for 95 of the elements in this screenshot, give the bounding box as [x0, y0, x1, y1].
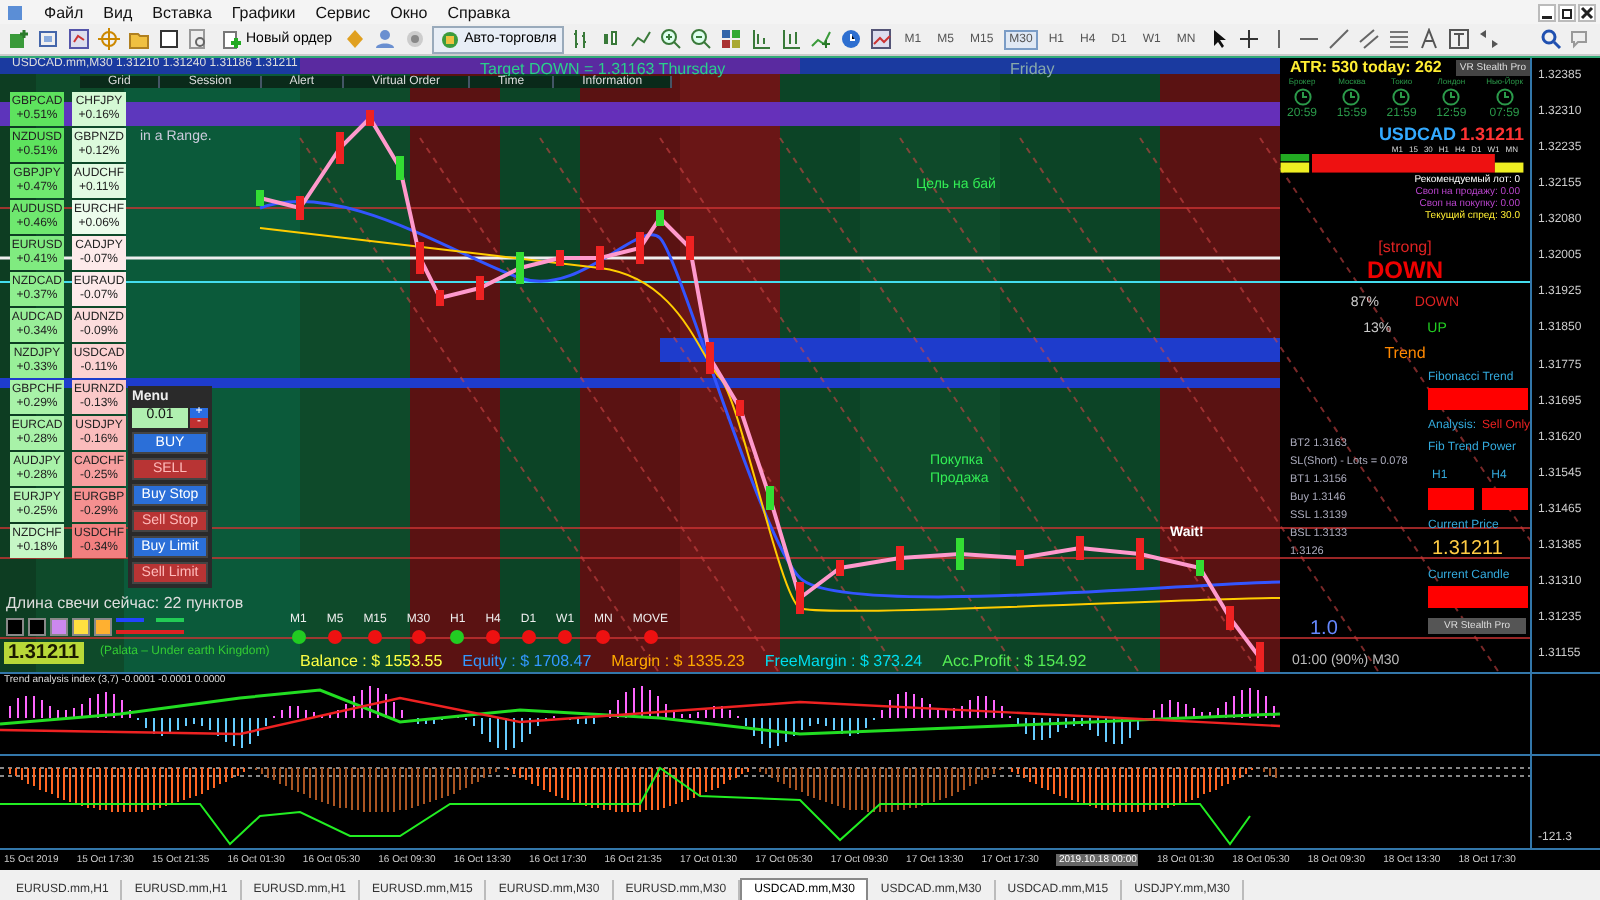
text-label-button[interactable] — [1445, 26, 1472, 52]
restore-icon — [1560, 5, 1574, 19]
new-order-icon — [222, 29, 242, 49]
chat-icon — [1570, 28, 1592, 50]
fibonacci-button[interactable] — [1385, 26, 1412, 52]
channel-button[interactable] — [1355, 26, 1382, 52]
folder-icon — [128, 28, 150, 50]
indicator-add-button[interactable] — [808, 26, 835, 52]
arrows-icon — [1477, 28, 1500, 50]
autoscroll-button[interactable] — [778, 26, 805, 52]
atr-text: ATR: 530 today: 262 — [1290, 58, 1442, 76]
h1-power-bar — [1428, 488, 1474, 510]
target-text: Target DOWN = 1.31163 Thursday — [480, 60, 726, 78]
ratio-label: 1.0 — [1310, 618, 1338, 640]
strength-tag: [strong] — [1378, 238, 1432, 256]
menu-item[interactable]: Сервис — [315, 3, 371, 21]
add-chart-button[interactable] — [6, 26, 32, 52]
trendline-button[interactable] — [1325, 26, 1352, 52]
chart-shift-icon — [750, 28, 773, 50]
current-candle-bar — [1428, 586, 1528, 608]
menu-item[interactable]: Графики — [231, 3, 296, 21]
app-icon — [6, 3, 24, 21]
clock-icon — [840, 28, 863, 50]
candle-length-text: Длина свечи сейчас: 22 пунктов — [6, 594, 244, 612]
text-tool-icon — [1417, 28, 1440, 50]
channel-icon — [1357, 28, 1380, 50]
line-chart-icon — [630, 28, 653, 50]
line-chart-button[interactable] — [628, 26, 655, 52]
day-label: Friday — [1010, 60, 1055, 78]
user-icon — [374, 28, 397, 50]
text-tool-button[interactable] — [1415, 26, 1442, 52]
clock-button[interactable] — [838, 26, 865, 52]
robot-icon — [440, 29, 461, 49]
fibonacci-trend-bar — [1428, 388, 1528, 410]
zoom-in-button[interactable] — [658, 26, 685, 52]
account-value: Acc.Profit : $ 154.92 — [942, 652, 1087, 670]
chart-shift-button[interactable] — [748, 26, 775, 52]
menu-item[interactable]: Вставка — [152, 3, 212, 21]
menu-item[interactable]: Окно — [390, 3, 428, 21]
arrows-button[interactable] — [1475, 26, 1502, 52]
minimize-button[interactable] — [1538, 3, 1556, 21]
candles-icon — [600, 28, 623, 50]
symbol-name: USDCAD — [1378, 124, 1456, 144]
clock-icon — [1495, 88, 1514, 106]
indicator-add-icon — [810, 28, 833, 50]
account-value: Equity : $ 1708.47 — [462, 652, 592, 670]
profiles-icon — [38, 28, 60, 50]
template-button[interactable] — [868, 26, 895, 52]
window-button[interactable] — [156, 26, 182, 52]
tile-windows-button[interactable] — [718, 26, 745, 52]
search-icon — [1540, 28, 1562, 50]
autoscroll-icon — [780, 28, 803, 50]
template-icon — [870, 28, 893, 50]
magnifier-doc-icon — [188, 28, 210, 50]
chart-window-button[interactable] — [66, 26, 92, 52]
big-price: 1.31211 — [4, 642, 84, 664]
direction-text: DOWN — [1367, 256, 1443, 284]
chart-window-icon — [68, 28, 90, 50]
line-style-icon — [116, 616, 188, 636]
search-button[interactable] — [1538, 26, 1564, 52]
clock-icon — [1342, 88, 1361, 106]
crosshair-button[interactable] — [1235, 26, 1262, 52]
account-value: Margin : $ 1335.23 — [611, 652, 745, 670]
crosshair-target-button[interactable] — [96, 26, 122, 52]
trendline-icon — [1327, 28, 1350, 50]
current-price-value: 1.31211 — [1432, 538, 1503, 560]
window-icon — [158, 28, 180, 50]
add-chart-icon — [8, 28, 30, 50]
fibonacci-icon — [1387, 28, 1410, 50]
zoom-in-icon — [660, 28, 683, 50]
text-label-icon — [1447, 28, 1470, 50]
menu-item[interactable]: Файл — [44, 3, 84, 21]
profiles-button[interactable] — [36, 26, 62, 52]
crosshair-target-icon — [98, 28, 120, 50]
tile-windows-icon — [720, 28, 743, 50]
account-value: FreeMargin : $ 373.24 — [764, 652, 923, 670]
user-button[interactable] — [372, 26, 399, 52]
clock-icon — [1442, 88, 1461, 106]
restore-button[interactable] — [1558, 3, 1576, 21]
crosshair-icon — [1237, 28, 1260, 50]
menu-item[interactable]: Справка — [447, 3, 511, 21]
menu-item[interactable]: Вид — [103, 3, 133, 21]
clock-icon — [1293, 88, 1311, 106]
close-icon — [1580, 5, 1594, 19]
account-value: Balance : $ 1553.55 — [300, 652, 443, 670]
signal-button[interactable] — [402, 26, 429, 52]
close-button[interactable] — [1578, 3, 1596, 21]
zoom-out-button[interactable] — [688, 26, 715, 52]
zoom-out-icon — [690, 28, 713, 50]
signal-icon — [404, 28, 427, 50]
symbol-price: 1.31211 — [1459, 124, 1524, 144]
clock-icon — [1392, 88, 1411, 106]
h4-power-bar — [1482, 488, 1528, 510]
trend-label: Trend — [1384, 344, 1426, 362]
diamond-icon — [344, 28, 367, 50]
